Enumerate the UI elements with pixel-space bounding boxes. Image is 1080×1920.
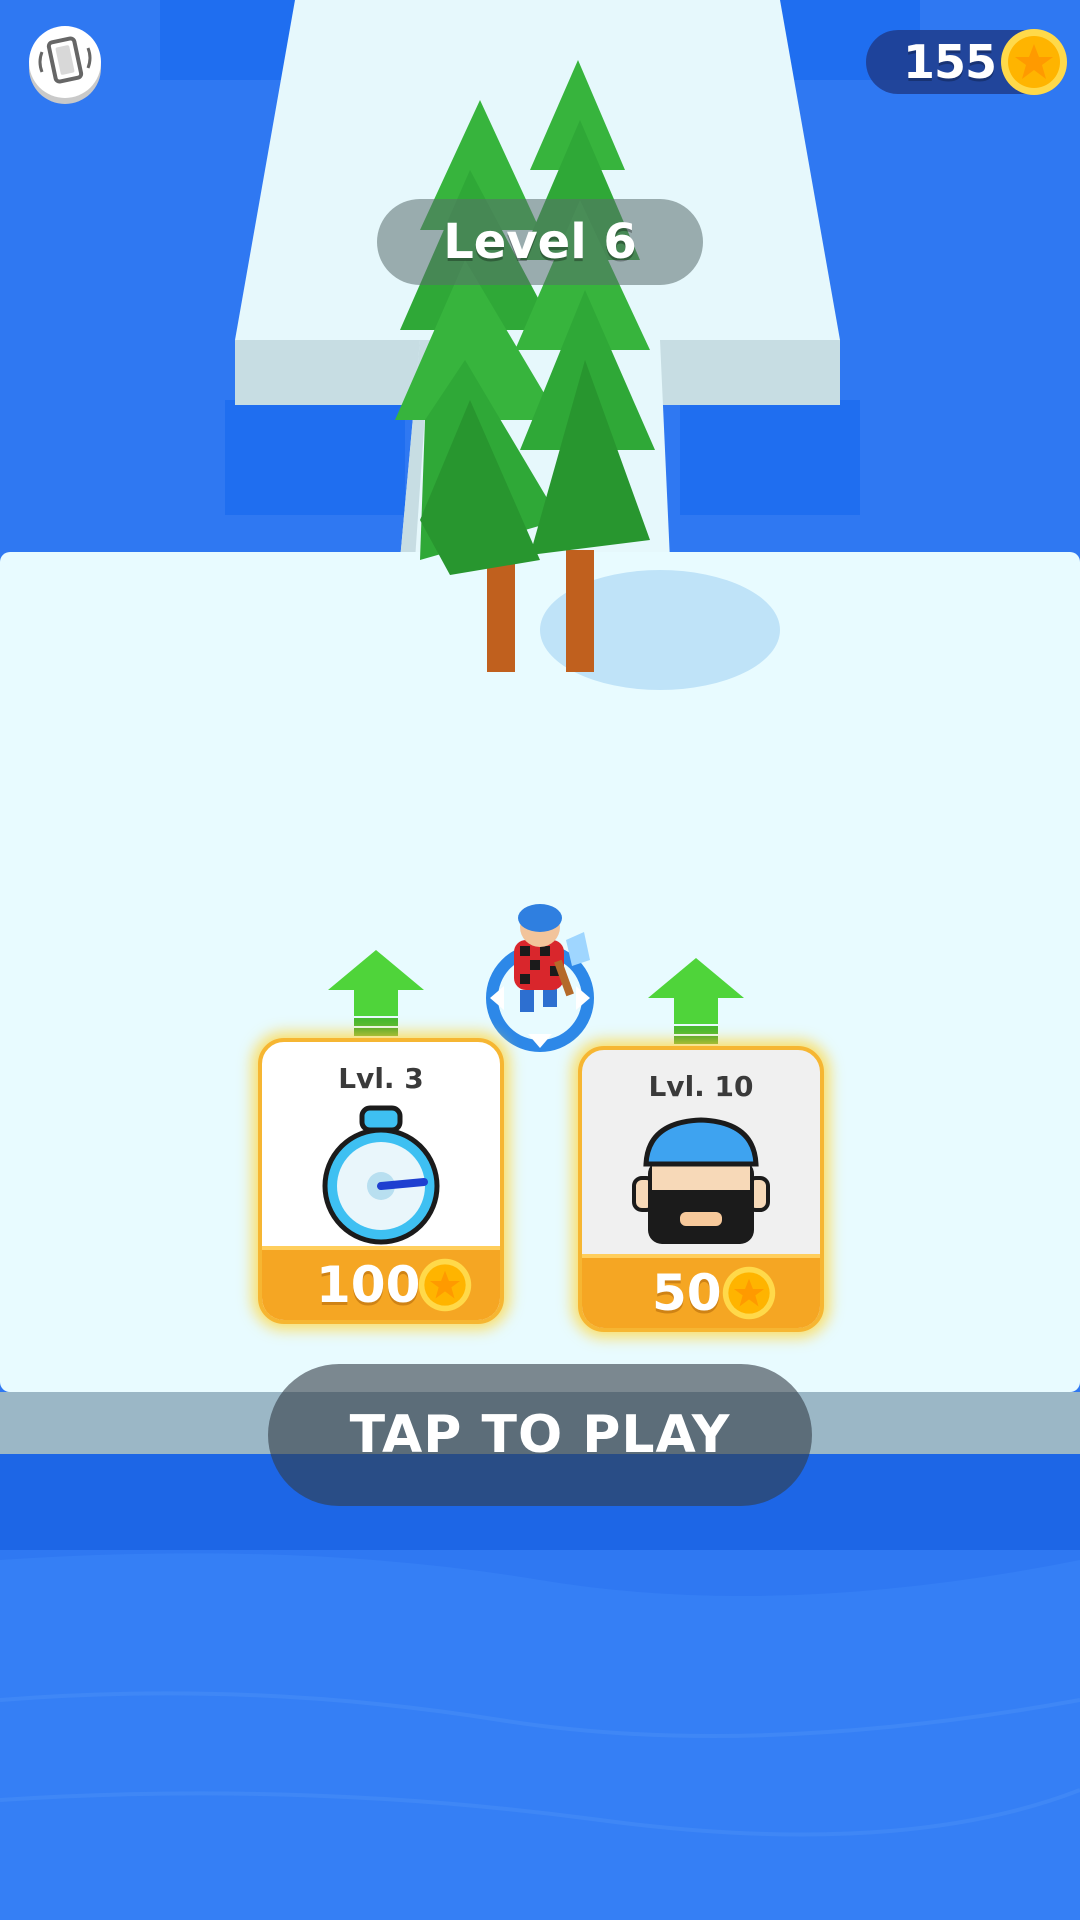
stopwatch-icon bbox=[322, 1105, 440, 1245]
upgrade-card-speed[interactable]: Lvl. 3 100 bbox=[258, 1038, 504, 1324]
upgrade-arrow-icon bbox=[328, 950, 424, 1036]
card-level-label: Lvl. 3 bbox=[338, 1062, 424, 1095]
vibration-toggle-button[interactable] bbox=[28, 22, 102, 106]
star-coin-icon bbox=[418, 1258, 472, 1312]
card-price: 100 bbox=[316, 1256, 421, 1314]
coin-count: 155 bbox=[902, 35, 997, 89]
game-scene bbox=[0, 0, 1080, 1920]
vibration-icon bbox=[29, 26, 101, 104]
card-price-bar: 100 bbox=[262, 1246, 500, 1320]
upgrade-arrow-icon bbox=[648, 958, 744, 1044]
star-coin-icon bbox=[1001, 29, 1067, 95]
tap-to-play-button[interactable]: TAP TO PLAY bbox=[268, 1364, 812, 1506]
lumberjack-icon bbox=[632, 1117, 770, 1244]
card-level-label: Lvl. 10 bbox=[648, 1070, 754, 1103]
upgrade-card-worker[interactable]: Lvl. 10 50 bbox=[578, 1046, 824, 1332]
coin-counter: 155 bbox=[866, 29, 1067, 95]
level-indicator: Level 6 bbox=[377, 199, 703, 285]
star-coin-icon bbox=[722, 1266, 776, 1320]
card-price-bar: 50 bbox=[582, 1254, 820, 1328]
card-price: 50 bbox=[652, 1264, 722, 1322]
